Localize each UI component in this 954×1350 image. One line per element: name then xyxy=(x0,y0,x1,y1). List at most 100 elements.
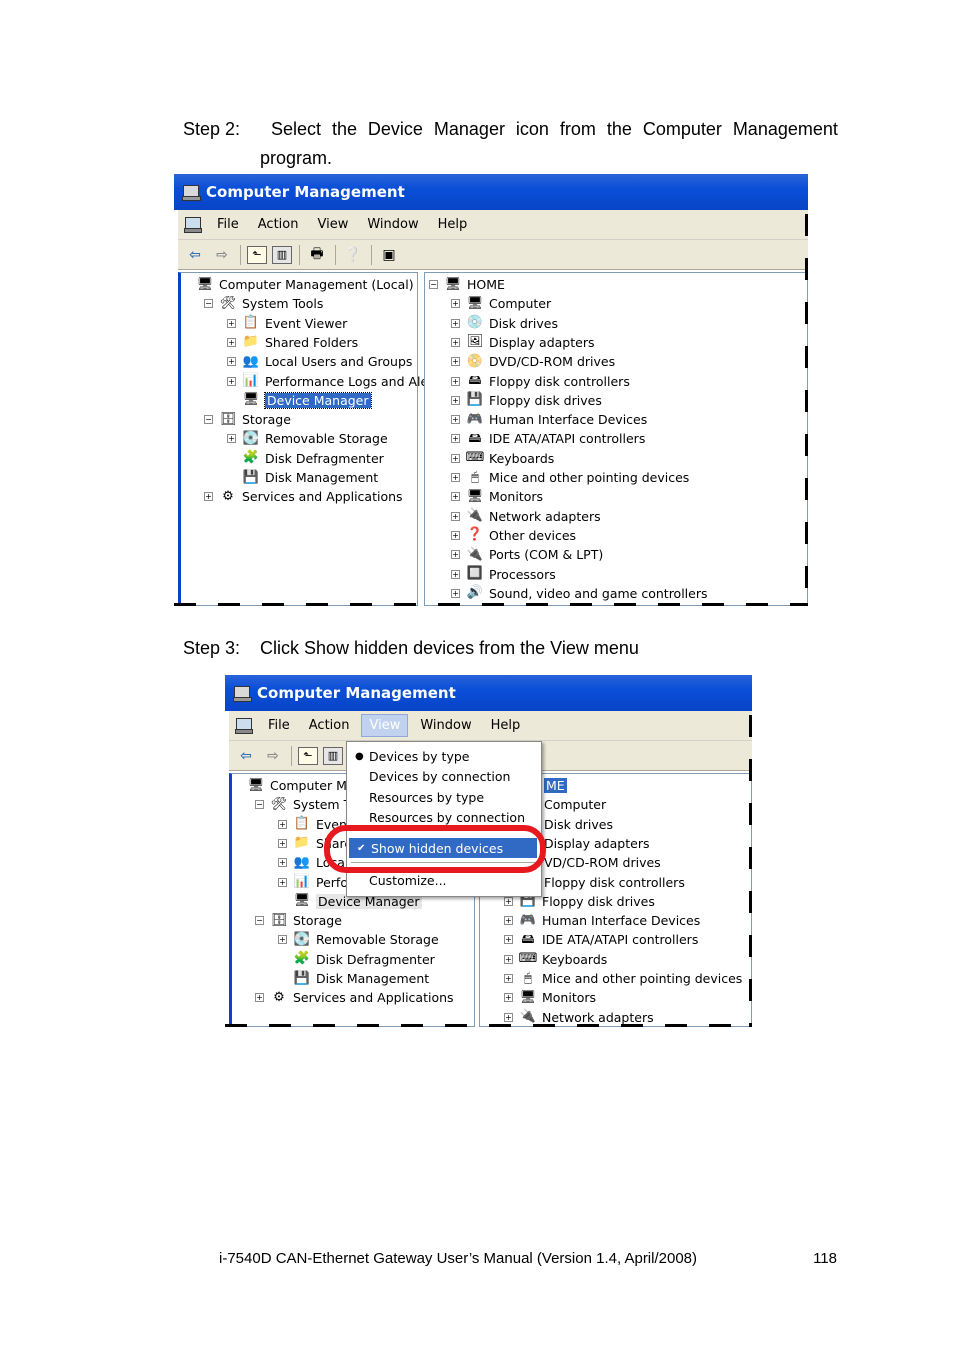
tree-item[interactable]: + ⚙ Services and Applications xyxy=(204,487,403,506)
device-category[interactable]: + ❓ Other devices xyxy=(451,526,576,545)
menu-item-resources-by-type[interactable]: Resources by type xyxy=(347,787,541,807)
menu-window[interactable]: Window xyxy=(413,715,478,736)
menu-item-customize[interactable]: Customize... xyxy=(347,870,541,890)
tree-item[interactable]: 🖥 Device Manager xyxy=(227,391,372,410)
expand-icon[interactable]: + xyxy=(451,337,460,347)
console-tree-pane[interactable]: 🖥 Computer Management (Local) − 🛠 System Too… xyxy=(178,272,445,606)
device-category[interactable]: + 💿 Disk drives xyxy=(451,314,558,333)
collapse-icon[interactable]: − xyxy=(255,916,264,926)
expand-icon[interactable]: + xyxy=(255,993,264,1003)
expand-icon[interactable]: + xyxy=(451,395,460,405)
menu-item-devices-by-type[interactable]: ● Devices by type xyxy=(347,746,541,766)
tree-item[interactable]: 🖥 Computer Management (Local) xyxy=(181,275,414,294)
menu-file[interactable]: File xyxy=(261,715,297,736)
expand-icon[interactable]: + xyxy=(227,318,236,328)
expand-icon[interactable]: + xyxy=(451,357,460,367)
expand-icon[interactable]: + xyxy=(227,357,236,367)
expand-icon[interactable]: + xyxy=(504,916,513,926)
tree-item[interactable]: 💾 Disk Management xyxy=(278,969,429,988)
device-category[interactable]: + 🖱 Mice and other pointing devices xyxy=(504,969,742,988)
expand-icon[interactable]: + xyxy=(504,954,513,964)
device-category[interactable]: Display adapters xyxy=(544,834,649,853)
expand-icon[interactable]: + xyxy=(451,473,460,482)
expand-icon[interactable]: + xyxy=(504,1012,513,1022)
expand-icon[interactable]: + xyxy=(278,838,287,848)
menu-view[interactable]: View xyxy=(310,214,355,235)
device-category[interactable]: + 🖥 Monitors xyxy=(504,988,596,1007)
expand-icon[interactable]: + xyxy=(451,453,460,463)
expand-icon[interactable]: + xyxy=(451,492,460,502)
device-category[interactable]: Disk drives xyxy=(544,815,613,834)
expand-icon[interactable]: + xyxy=(451,434,460,444)
device-category[interactable]: + 🔌 Ports (COM & LPT) xyxy=(451,545,603,564)
forward-arrow-icon[interactable]: ⇨ xyxy=(262,746,284,766)
tree-item[interactable]: + ⚙ Services and Applications xyxy=(255,988,454,1007)
expand-icon[interactable]: + xyxy=(451,376,460,386)
tree-item[interactable]: − 🗄 Storage xyxy=(255,911,342,930)
device-category[interactable]: + 📀 DVD/CD-ROM drives xyxy=(451,352,615,371)
device-category[interactable]: + ⌨ Keyboards xyxy=(504,950,607,969)
up-folder-icon[interactable]: ⬑ xyxy=(247,245,267,264)
device-category[interactable]: + 🎮 Human Interface Devices xyxy=(451,410,647,429)
expand-icon[interactable]: + xyxy=(227,376,236,386)
device-category[interactable]: + 🔲 Processors xyxy=(451,565,556,584)
device-category[interactable]: + 🖴 IDE ATA/ATAPI controllers xyxy=(504,930,698,949)
back-arrow-icon[interactable]: ⇦ xyxy=(235,746,257,766)
help-icon[interactable]: ❔ xyxy=(342,245,364,265)
tree-item[interactable]: − 🛠 System Tools xyxy=(204,294,323,313)
menu-view[interactable]: View xyxy=(361,714,409,737)
expand-icon[interactable]: + xyxy=(504,896,513,906)
expand-icon[interactable]: + xyxy=(504,974,513,983)
device-category[interactable]: VD/CD-ROM drives xyxy=(544,853,661,872)
expand-icon[interactable]: + xyxy=(451,588,460,598)
device-category[interactable]: + ⌨ Keyboards xyxy=(451,449,554,468)
expand-icon[interactable]: + xyxy=(451,550,460,560)
tree-item[interactable]: + 👥 Local Users and Groups xyxy=(227,352,412,371)
tree-item[interactable]: + 💽 Removable Storage xyxy=(227,429,388,448)
device-category[interactable]: + 💾 Floppy disk drives xyxy=(451,391,602,410)
device-category[interactable]: − 🖥 HOME xyxy=(429,275,505,294)
properties-icon[interactable]: ▣ xyxy=(378,245,400,265)
device-category[interactable]: ME xyxy=(544,776,567,795)
collapse-icon[interactable]: − xyxy=(255,800,264,810)
device-list-pane[interactable]: − 🖥 HOME + 🖥 Computer + 💿 Disk drives + 🖼 Display a… xyxy=(424,272,808,606)
show-hide-tree-icon[interactable]: ▥ xyxy=(272,245,292,264)
tree-item[interactable]: 🧩 Disk Defragmenter xyxy=(278,950,435,969)
device-category[interactable]: + 🖥 Monitors xyxy=(451,487,543,506)
menu-help[interactable]: Help xyxy=(431,214,475,235)
expand-icon[interactable]: + xyxy=(278,935,287,945)
tree-item[interactable]: + 💽 Removable Storage xyxy=(278,930,439,949)
expand-icon[interactable]: + xyxy=(451,530,460,540)
menu-action[interactable]: Action xyxy=(302,715,357,736)
collapse-icon[interactable]: − xyxy=(204,299,213,309)
print-icon[interactable]: 🖶 xyxy=(306,245,328,265)
tree-item[interactable]: 💾 Disk Management xyxy=(227,468,378,487)
device-category[interactable]: Floppy disk controllers xyxy=(544,873,685,892)
expand-icon[interactable]: + xyxy=(451,415,460,425)
device-category[interactable]: + 🖼 Display adapters xyxy=(451,333,594,352)
up-folder-icon[interactable]: ⬑ xyxy=(298,746,318,765)
show-hide-tree-icon[interactable]: ▥ xyxy=(323,746,343,765)
collapse-icon[interactable]: − xyxy=(429,280,438,289)
expand-icon[interactable]: + xyxy=(204,492,213,502)
menu-window[interactable]: Window xyxy=(360,214,425,235)
tree-item[interactable]: + 📋 Event Viewer xyxy=(227,314,347,333)
menu-action[interactable]: Action xyxy=(251,214,306,235)
expand-icon[interactable]: + xyxy=(227,434,236,444)
device-category[interactable]: + 🖱 Mice and other pointing devices xyxy=(451,468,689,487)
expand-icon[interactable]: + xyxy=(227,337,236,347)
expand-icon[interactable]: + xyxy=(451,299,460,309)
device-category[interactable]: Computer xyxy=(544,795,606,814)
forward-arrow-icon[interactable]: ⇨ xyxy=(211,245,233,265)
expand-icon[interactable]: + xyxy=(278,819,287,829)
device-category[interactable]: + 🖴 Floppy disk controllers xyxy=(451,372,630,391)
menu-file[interactable]: File xyxy=(210,214,246,235)
menu-help[interactable]: Help xyxy=(484,715,528,736)
expand-icon[interactable]: + xyxy=(278,877,287,887)
menu-item-resources-by-connection[interactable]: Resources by connection xyxy=(347,807,541,827)
device-category[interactable]: + 🔊 Sound, video and game controllers xyxy=(451,584,708,603)
back-arrow-icon[interactable]: ⇦ xyxy=(184,245,206,265)
tree-item[interactable]: − 🗄 Storage xyxy=(204,410,291,429)
tree-item[interactable]: + 📊 Performance Logs and Alerts xyxy=(227,372,445,391)
device-category[interactable]: + 🔌 Network adapters xyxy=(451,507,601,526)
